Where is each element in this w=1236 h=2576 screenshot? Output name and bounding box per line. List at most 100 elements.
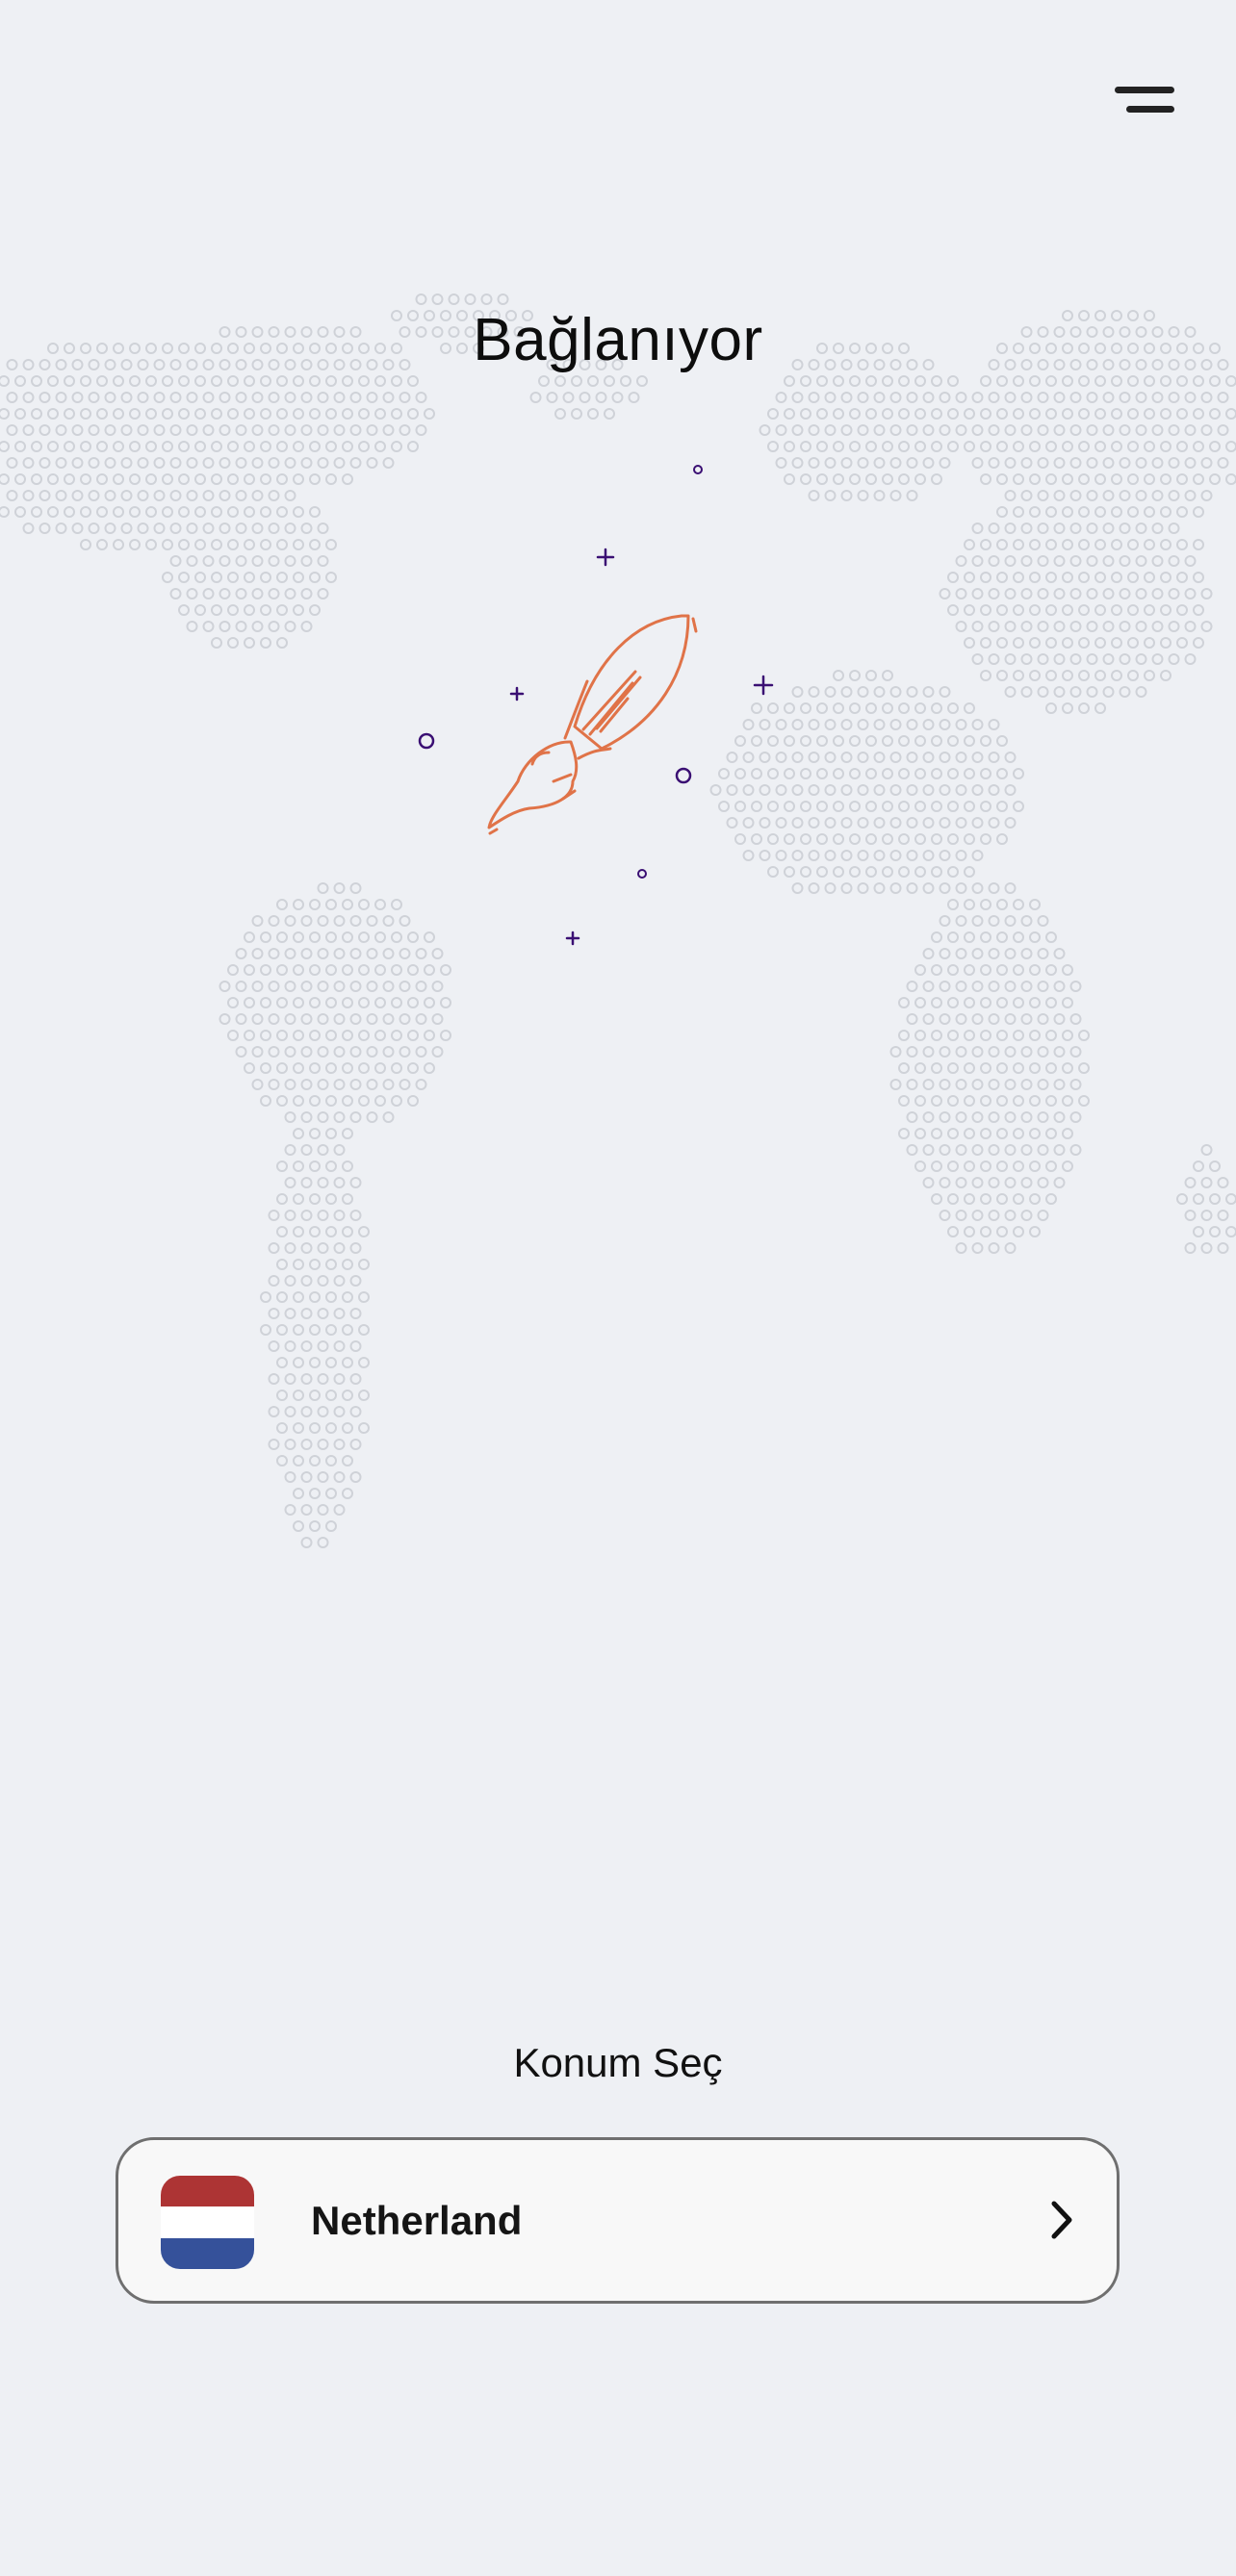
map-dot <box>325 931 337 943</box>
map-dot <box>1160 441 1172 452</box>
map-dot <box>800 375 811 387</box>
map-dot <box>595 392 607 403</box>
map-dot <box>1127 375 1139 387</box>
map-dot <box>300 1275 313 1287</box>
map-dot <box>939 392 951 403</box>
map-dot <box>1184 490 1197 501</box>
map-dot <box>349 1177 362 1188</box>
map-dot <box>955 1210 967 1221</box>
map-dot <box>284 1275 296 1287</box>
map-dot <box>971 981 984 992</box>
map-dot <box>988 1079 1000 1090</box>
menu-button[interactable] <box>1105 77 1182 125</box>
map-dot <box>1004 948 1017 959</box>
map-dot <box>1078 539 1090 550</box>
map-dot <box>317 457 329 469</box>
map-dot <box>268 1079 280 1090</box>
map-dot <box>202 392 215 403</box>
map-dot <box>816 833 828 845</box>
map-dot <box>1078 1030 1090 1041</box>
map-dot <box>325 1030 337 1041</box>
map-dot <box>964 1095 975 1107</box>
map-dot <box>169 424 182 436</box>
map-dot <box>906 817 918 829</box>
map-dot <box>317 882 329 894</box>
map-dot <box>194 604 206 616</box>
map-dot <box>349 1471 362 1483</box>
map-dot <box>349 1210 362 1221</box>
map-dot <box>1004 621 1017 632</box>
map-dot <box>898 441 910 452</box>
map-dot <box>415 1013 427 1025</box>
map-dot <box>276 1160 288 1172</box>
map-dot <box>1029 539 1041 550</box>
map-dot <box>293 441 304 452</box>
map-dot <box>1020 457 1033 469</box>
map-dot <box>300 523 313 534</box>
map-dot <box>849 408 861 420</box>
map-dot <box>349 1079 362 1090</box>
map-dot <box>300 1471 313 1483</box>
map-dot <box>349 1373 362 1385</box>
map-dot <box>268 1439 280 1450</box>
map-dot <box>284 1210 296 1221</box>
map-dot <box>415 1046 427 1058</box>
map-dot <box>947 997 959 1008</box>
map-dot <box>366 948 378 959</box>
map-dot <box>1004 555 1017 567</box>
map-dot <box>317 1275 329 1287</box>
map-dot <box>325 1226 337 1237</box>
map-dot <box>276 1422 288 1434</box>
map-dot <box>824 392 837 403</box>
map-dot <box>1045 473 1057 485</box>
map-dot <box>808 424 820 436</box>
map-dot <box>931 1062 942 1074</box>
map-dot <box>980 408 991 420</box>
map-dot <box>922 1177 935 1188</box>
map-dot <box>1102 555 1115 567</box>
map-dot <box>1184 555 1197 567</box>
map-dot <box>309 964 321 976</box>
map-dot <box>162 473 173 485</box>
map-dot <box>824 882 837 894</box>
map-dot <box>120 457 133 469</box>
map-dot <box>145 539 157 550</box>
map-dot <box>227 441 239 452</box>
map-dot <box>922 882 935 894</box>
map-dot <box>988 653 1000 665</box>
map-dot <box>1168 653 1180 665</box>
map-dot <box>865 801 877 812</box>
map-dot <box>1029 1193 1041 1205</box>
map-dot <box>358 1357 370 1368</box>
map-dot <box>178 506 190 518</box>
map-dot <box>939 588 951 599</box>
map-dot <box>1094 637 1106 649</box>
map-dot <box>1045 375 1057 387</box>
map-dot <box>1127 539 1139 550</box>
map-dot <box>342 1488 353 1499</box>
map-dot <box>857 817 869 829</box>
map-dot <box>980 735 991 747</box>
map-dot <box>268 948 280 959</box>
map-dot <box>554 375 566 387</box>
map-dot <box>244 997 255 1008</box>
map-dot <box>889 719 902 730</box>
map-dot <box>1184 392 1197 403</box>
map-dot <box>865 375 877 387</box>
map-dot <box>268 457 280 469</box>
map-dot <box>1200 1242 1213 1254</box>
map-dot <box>808 784 820 796</box>
map-dot <box>980 637 991 649</box>
map-dot <box>1004 1013 1017 1025</box>
map-dot <box>955 621 967 632</box>
map-dot <box>1053 523 1066 534</box>
map-dot <box>333 1046 346 1058</box>
map-dot <box>906 686 918 698</box>
map-dot <box>227 408 239 420</box>
map-dot <box>955 555 967 567</box>
map-dot <box>284 948 296 959</box>
location-selector-button[interactable]: Netherland <box>116 2137 1120 2304</box>
map-dot <box>1053 424 1066 436</box>
map-dot <box>1004 1111 1017 1123</box>
map-dot <box>931 408 942 420</box>
